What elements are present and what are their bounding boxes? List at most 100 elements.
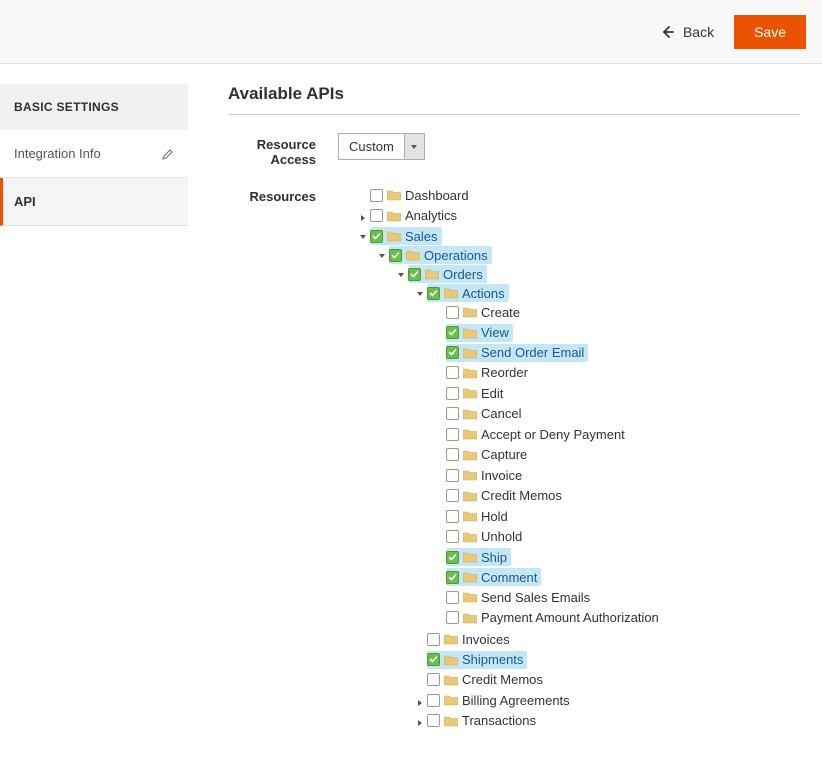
tree-node: Create <box>434 302 800 323</box>
tree-label[interactable]: Unhold <box>481 529 522 544</box>
tree-node: Analytics <box>358 206 800 227</box>
tree-checkbox[interactable] <box>446 469 459 482</box>
tree-label[interactable]: Accept or Deny Payment <box>481 427 625 442</box>
tree-node: Send Sales Emails <box>434 587 800 608</box>
tree-label[interactable]: Shipments <box>462 652 523 667</box>
tree-checkbox[interactable] <box>446 551 459 564</box>
tree-row: Comment <box>446 568 541 586</box>
tree-node: Operations Orders Actions Create View Send Or… <box>377 245 800 733</box>
tree-checkbox[interactable] <box>427 694 440 707</box>
tree-checkbox[interactable] <box>370 189 383 202</box>
folder-icon <box>463 306 477 318</box>
tree-label[interactable]: Analytics <box>405 208 457 223</box>
sidebar-item-integration-info[interactable]: Integration Info <box>0 130 188 178</box>
sidebar-item-api[interactable]: API <box>0 178 188 226</box>
folder-icon <box>463 510 477 522</box>
tree-label[interactable]: Create <box>481 305 520 320</box>
tree-label[interactable]: Invoices <box>462 632 510 647</box>
tree-label[interactable]: View <box>481 325 509 340</box>
tree-checkbox[interactable] <box>427 673 440 686</box>
tree-label[interactable]: Dashboard <box>405 188 469 203</box>
tree-node: View <box>434 323 800 343</box>
tree-label[interactable]: Billing Agreements <box>462 693 570 708</box>
tree-label[interactable]: Reorder <box>481 365 528 380</box>
tree-checkbox[interactable] <box>408 268 421 281</box>
tree-checkbox[interactable] <box>446 366 459 379</box>
folder-icon <box>387 189 401 201</box>
select-value: Custom <box>339 134 404 159</box>
tree-row: Shipments <box>427 651 527 669</box>
section-title: Available APIs <box>228 84 800 115</box>
tree-checkbox[interactable] <box>446 510 459 523</box>
tree-checkbox[interactable] <box>389 249 402 262</box>
tree-label[interactable]: Orders <box>443 267 483 282</box>
tree-checkbox[interactable] <box>446 591 459 604</box>
tree-row: Accept or Deny Payment <box>446 425 625 443</box>
tree-checkbox[interactable] <box>446 571 459 584</box>
tree-label[interactable]: Cancel <box>481 406 521 421</box>
tree-row: Send Sales Emails <box>446 588 590 606</box>
tree-label[interactable]: Hold <box>481 509 508 524</box>
chevron-down-icon <box>404 134 424 159</box>
tree-label[interactable]: Invoice <box>481 468 522 483</box>
tree-checkbox[interactable] <box>446 611 459 624</box>
tree-label[interactable]: Ship <box>481 550 507 565</box>
tree-label[interactable]: Sales <box>405 229 438 244</box>
tree-checkbox[interactable] <box>370 230 383 243</box>
tree-checkbox[interactable] <box>370 209 383 222</box>
tree-checkbox[interactable] <box>446 448 459 461</box>
folder-icon <box>463 551 477 563</box>
tree-label[interactable]: Comment <box>481 570 537 585</box>
tree-checkbox[interactable] <box>446 306 459 319</box>
tree-label[interactable]: Credit Memos <box>481 488 562 503</box>
tree-node: Ship <box>434 547 800 567</box>
tree-label[interactable]: Edit <box>481 386 503 401</box>
tree-checkbox[interactable] <box>446 489 459 502</box>
tree-label[interactable]: Capture <box>481 447 527 462</box>
tree-row: Invoice <box>446 466 522 484</box>
tree-checkbox[interactable] <box>427 287 440 300</box>
folder-icon <box>463 469 477 481</box>
tree-label[interactable]: Transactions <box>462 713 536 728</box>
folder-icon <box>463 347 477 359</box>
folder-icon <box>406 249 420 261</box>
tree-row: Ship <box>446 548 511 566</box>
save-button[interactable]: Save <box>734 15 806 49</box>
tree-row: Payment Amount Authorization <box>446 609 659 627</box>
tree-node: Orders Actions Create View Send Order Email R… <box>396 264 800 732</box>
pencil-icon <box>162 148 174 160</box>
sidebar-item-label: API <box>14 194 36 209</box>
tree-label[interactable]: Operations <box>424 248 488 263</box>
resource-access-select[interactable]: Custom <box>338 133 425 160</box>
topbar: Back Save <box>0 0 822 64</box>
tree-checkbox[interactable] <box>446 387 459 400</box>
expand-icon[interactable] <box>358 213 368 223</box>
tree-label[interactable]: Send Order Email <box>481 345 584 360</box>
tree-checkbox[interactable] <box>427 714 440 727</box>
tree-row: Credit Memos <box>427 671 543 689</box>
expand-icon[interactable] <box>415 698 425 708</box>
folder-icon <box>444 287 458 299</box>
folder-icon <box>444 674 458 686</box>
tree-checkbox[interactable] <box>446 530 459 543</box>
tree-label[interactable]: Credit Memos <box>462 672 543 687</box>
content: BASIC SETTINGS Integration Info API Avai… <box>0 64 822 772</box>
tree-checkbox[interactable] <box>427 633 440 646</box>
tree-label[interactable]: Send Sales Emails <box>481 590 590 605</box>
tree-checkbox[interactable] <box>427 653 440 666</box>
tree-checkbox[interactable] <box>446 407 459 420</box>
tree-label[interactable]: Payment Amount Authorization <box>481 610 659 625</box>
collapse-icon[interactable] <box>396 270 406 280</box>
tree-checkbox[interactable] <box>446 326 459 339</box>
back-button[interactable]: Back <box>659 24 714 40</box>
tree-label[interactable]: Actions <box>462 286 505 301</box>
collapse-icon[interactable] <box>358 232 368 242</box>
folder-icon <box>463 428 477 440</box>
collapse-icon[interactable] <box>377 251 387 261</box>
expand-icon[interactable] <box>415 718 425 728</box>
tree-row: Analytics <box>370 207 457 225</box>
tree-checkbox[interactable] <box>446 428 459 441</box>
collapse-icon[interactable] <box>415 289 425 299</box>
tree-checkbox[interactable] <box>446 346 459 359</box>
tree-node: Reorder <box>434 363 800 384</box>
